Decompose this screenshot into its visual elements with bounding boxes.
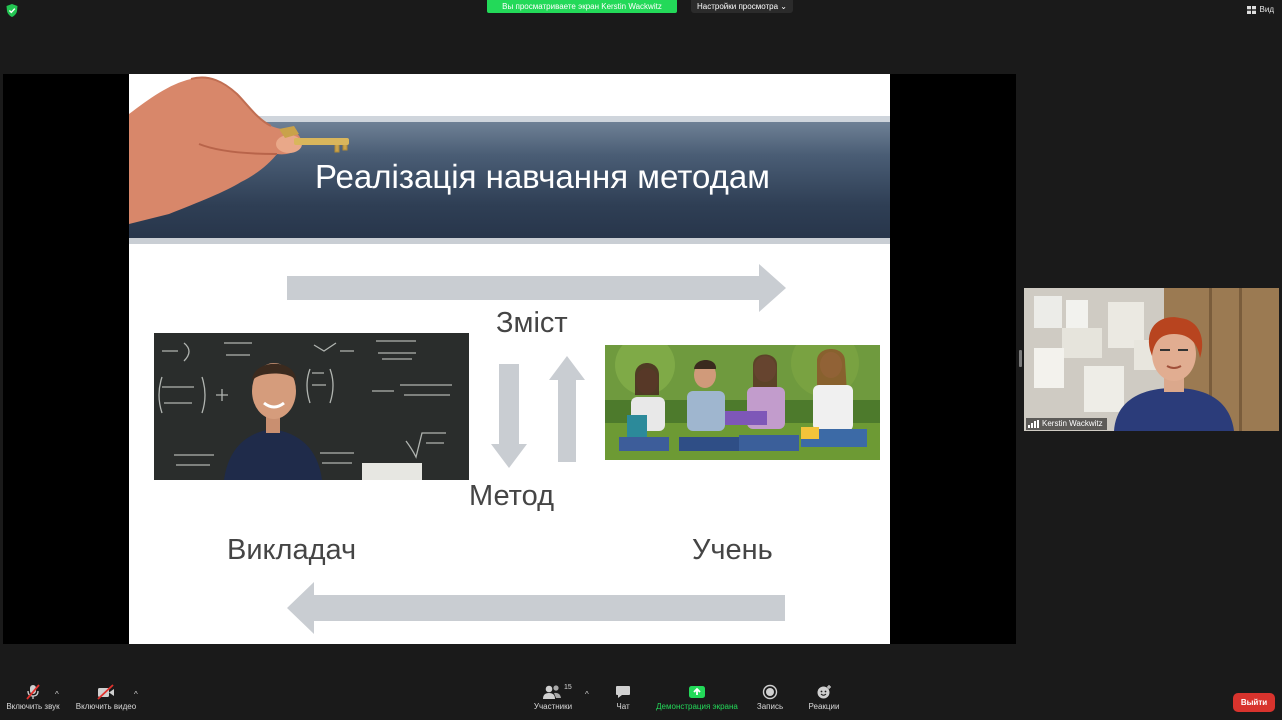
participant-name-label: Kerstin Wackwitz <box>1026 418 1107 430</box>
arrow-left-shape <box>287 582 785 634</box>
share-screen-label: Демонстрация экрана <box>656 702 738 711</box>
audio-options-caret-icon[interactable]: ^ <box>55 690 59 699</box>
view-button-label: Вид <box>1259 5 1274 14</box>
panel-resize-handle[interactable] <box>1019 350 1022 367</box>
participants-button[interactable]: 15 Участники <box>530 684 576 711</box>
view-button[interactable]: Вид <box>1246 4 1274 16</box>
participants-label: Участники <box>533 702 573 711</box>
label-teacher: Викладач <box>227 534 357 566</box>
record-button[interactable]: Запись <box>752 684 788 711</box>
participant-video-tile[interactable]: Kerstin Wackwitz <box>1024 288 1279 431</box>
share-screen-button[interactable]: Демонстрация экрана <box>652 684 742 711</box>
arrow-down-shape <box>491 364 527 468</box>
view-options-button[interactable]: Настройки просмотра ⌄ <box>691 0 793 13</box>
video-camera-off-icon <box>97 684 114 700</box>
leave-meeting-button[interactable]: Выйти <box>1233 693 1275 712</box>
reactions-button[interactable]: Реакции <box>804 684 844 711</box>
chat-button[interactable]: Чат <box>608 684 638 711</box>
share-screen-icon <box>689 686 705 698</box>
teacher-photo <box>154 333 469 480</box>
slide-header-bottom-line <box>129 238 890 244</box>
record-label: Запись <box>756 702 784 711</box>
top-bar: Вы просматриваете экран Kerstin Wackwitz… <box>0 0 1282 18</box>
chevron-down-icon: ⌄ <box>780 2 787 11</box>
meeting-toolbar <box>0 676 1282 720</box>
signal-strength-icon <box>1028 420 1039 428</box>
video-options-caret-icon[interactable]: ^ <box>134 690 138 699</box>
arrow-right-shape <box>287 264 786 312</box>
unmute-label: Включить звук <box>6 702 60 711</box>
emoji-reaction-icon <box>817 685 831 699</box>
microphone-muted-icon <box>26 684 40 700</box>
start-video-label: Включить видео <box>75 702 137 711</box>
chat-label: Чат <box>616 702 630 711</box>
label-student: Учень <box>692 534 773 566</box>
students-photo <box>605 345 880 460</box>
shield-icon[interactable] <box>6 4 18 17</box>
label-method: Метод <box>469 480 555 512</box>
presentation-slide: Реалізація навчання методам Зміст Метод … <box>129 74 890 644</box>
reactions-label: Реакции <box>808 702 840 711</box>
hand-with-key-image <box>129 76 349 224</box>
grid-view-icon <box>1246 6 1256 14</box>
screen-share-banner: Вы просматриваете экран Kerstin Wackwitz <box>487 0 677 13</box>
view-options-label: Настройки просмотра <box>697 2 779 11</box>
unmute-button[interactable]: Включить звук <box>4 684 62 711</box>
chat-bubble-icon <box>616 686 630 698</box>
label-content: Зміст <box>496 307 568 339</box>
participant-video-feed <box>1024 288 1279 431</box>
arrow-up-shape <box>549 356 585 462</box>
participants-options-caret-icon[interactable]: ^ <box>585 690 589 699</box>
participant-name: Kerstin Wackwitz <box>1042 419 1103 428</box>
start-video-button[interactable]: Включить видео <box>74 684 138 711</box>
participants-icon <box>543 685 561 699</box>
slide-title: Реалізація навчання методам <box>315 158 770 195</box>
record-icon <box>762 684 778 700</box>
participants-count: 15 <box>564 684 572 691</box>
